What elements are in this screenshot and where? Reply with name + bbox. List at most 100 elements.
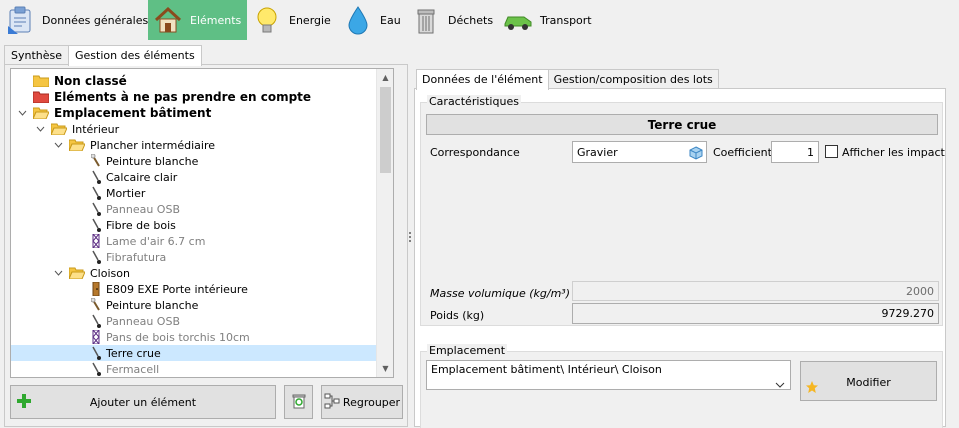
tree-leaf[interactable]: Mortier [91,185,145,201]
tree-node[interactable]: Plancher intermédiaire [53,137,215,153]
module-tab-label: Déchets [448,13,494,27]
module-tab-energie[interactable]: Energie [247,0,338,40]
chevron-down-icon[interactable] [17,108,27,118]
tree-leaf[interactable]: Panneau OSB [91,313,180,329]
chevron-down-icon[interactable] [53,268,63,278]
add-element-button[interactable]: Ajouter un élément [10,385,276,419]
tree-node[interactable]: Cloison [53,265,130,281]
modifier-button[interactable]: Modifier [800,361,937,401]
tree-node-label: Panneau OSB [106,314,180,328]
tree-leaf[interactable]: Peinture blanche [91,297,198,313]
coefficient-input[interactable]: 1 [771,141,819,163]
cube-icon[interactable] [689,146,703,163]
elements-tree[interactable]: Non classé Eléments à ne pas prendre en … [10,68,394,378]
tree-node-label: Peinture blanche [106,154,199,168]
recycle-bin-icon [291,393,307,412]
module-tab-eau[interactable]: Eau [338,0,406,40]
emplacement-value: Emplacement bâtiment\ Intérieur\ Cloison [431,363,662,376]
shovel-icon [91,186,101,200]
afficher-impact-checkbox[interactable] [825,145,838,158]
tree-node-label: Peinture blanche [106,298,199,312]
tree-node-label: Plancher intermédiaire [90,138,216,152]
tree-leaf[interactable]: Lame d'air 6.7 cm [91,233,205,249]
tree-scrollbar[interactable]: ▲ ▼ [376,69,393,377]
element-details-panel: Caractéristiques Terre crue Correspondan… [414,88,946,428]
module-tab-donnees-generales[interactable]: Données générales [0,0,148,40]
clipboard-icon [4,4,36,36]
tree-leaf[interactable]: E809 EXE Porte intérieure [91,281,248,297]
tree-leaf[interactable]: Pans de bois torchis 10cm [91,329,250,345]
tree-node[interactable]: Eléments à ne pas prendre en compte [33,89,311,105]
tree-node[interactable]: Emplacement bâtiment [17,105,211,121]
masse-volumique-value: 2000 [906,284,934,298]
chevron-down-icon[interactable] [775,378,785,391]
chevron-down-icon[interactable] [53,140,63,150]
module-tab-label: Energie [289,13,331,27]
emplacement-select[interactable]: Emplacement bâtiment\ Intérieur\ Cloison [426,360,791,390]
shovel-icon [91,362,101,376]
emplacement-box: Emplacement Emplacement bâtiment\ Intéri… [420,344,943,428]
coefficient-label: Coefficient [713,146,772,159]
element-name: Terre crue [647,117,717,132]
tab-donnees-element[interactable]: Données de l'élément [416,69,549,90]
masse-volumique-field: 2000 [572,281,939,301]
tree-node[interactable]: Non classé [33,73,127,89]
tree-leaf[interactable]: Calcaire clair [91,169,177,185]
tree-leaf[interactable]: Fibre de bois [91,217,176,233]
module-tab-elements[interactable]: Eléments [148,0,247,40]
tree-leaf-selected[interactable]: Terre crue [11,345,389,361]
scroll-up-icon[interactable]: ▲ [377,69,393,86]
car-icon [502,4,534,36]
brush-icon [91,298,101,312]
add-element-label: Ajouter un élément [89,395,197,409]
modifier-label: Modifier [846,376,891,389]
regroup-label: Regrouper [342,395,401,409]
panel-splitter[interactable] [409,232,412,246]
module-toolbar: Données générales Eléments Energie Eau D… [0,0,613,40]
recycle-button[interactable] [284,385,313,419]
regroup-button[interactable]: Regrouper [321,385,403,419]
scroll-down-icon[interactable]: ▼ [377,360,393,377]
tab-synthese[interactable]: Synthèse [4,45,70,65]
tree-node[interactable]: Intérieur [35,121,119,137]
door-icon [91,282,101,296]
water-drop-icon [342,4,374,36]
folder-open-icon [33,107,49,119]
poids-field: 9729.270 [572,303,939,324]
caracteristiques-box: Caractéristiques Terre crue Correspondan… [420,95,945,326]
correspondance-value: Gravier [577,145,618,159]
folder-open-icon [51,123,67,135]
scrollbar-thumb[interactable] [380,87,391,173]
tree-node-label: Lame d'air 6.7 cm [106,234,206,248]
caracteristiques-title: Caractéristiques [427,95,521,108]
tree-leaf[interactable]: Panneau OSB [91,201,180,217]
element-tabs: Données de l'élément Gestion/composition… [416,69,719,90]
tree-node-label: Fermacell [106,362,160,376]
tree-leaf[interactable]: Fermacell [91,361,159,377]
chevron-down-icon[interactable] [35,124,45,134]
module-tab-dechets[interactable]: Déchets [406,0,498,40]
air-gap-icon [91,234,101,248]
shovel-icon [91,218,101,232]
tree-node-label: E809 EXE Porte intérieure [106,282,248,296]
tab-gestion-lots[interactable]: Gestion/composition des lots [547,69,719,89]
tree-node-label: Emplacement bâtiment [54,106,212,120]
module-tab-label: Eléments [190,13,242,27]
tree-leaf[interactable]: Peinture blanche [91,153,198,169]
house-icon [152,4,184,36]
folder-icon [33,75,49,87]
tree-node-label: Panneau OSB [106,202,180,216]
module-tab-transport[interactable]: Transport [498,0,598,40]
star-icon [805,380,819,397]
correspondance-field[interactable]: Gravier [572,141,707,163]
masse-volumique-label: Masse volumique (kg/m³) [430,287,570,300]
afficher-impact-label: Afficher les impact [842,146,945,159]
trash-bin-icon [410,4,442,36]
tree-node-label: Fibre de bois [106,218,176,232]
tree-node-label: Cloison [90,266,130,280]
tab-gestion-elements[interactable]: Gestion des éléments [68,45,202,66]
tree-node-label: Intérieur [72,122,120,136]
coefficient-value: 1 [807,145,814,159]
tree-leaf[interactable]: Fibrafutura [91,249,166,265]
folder-open-icon [69,267,85,279]
